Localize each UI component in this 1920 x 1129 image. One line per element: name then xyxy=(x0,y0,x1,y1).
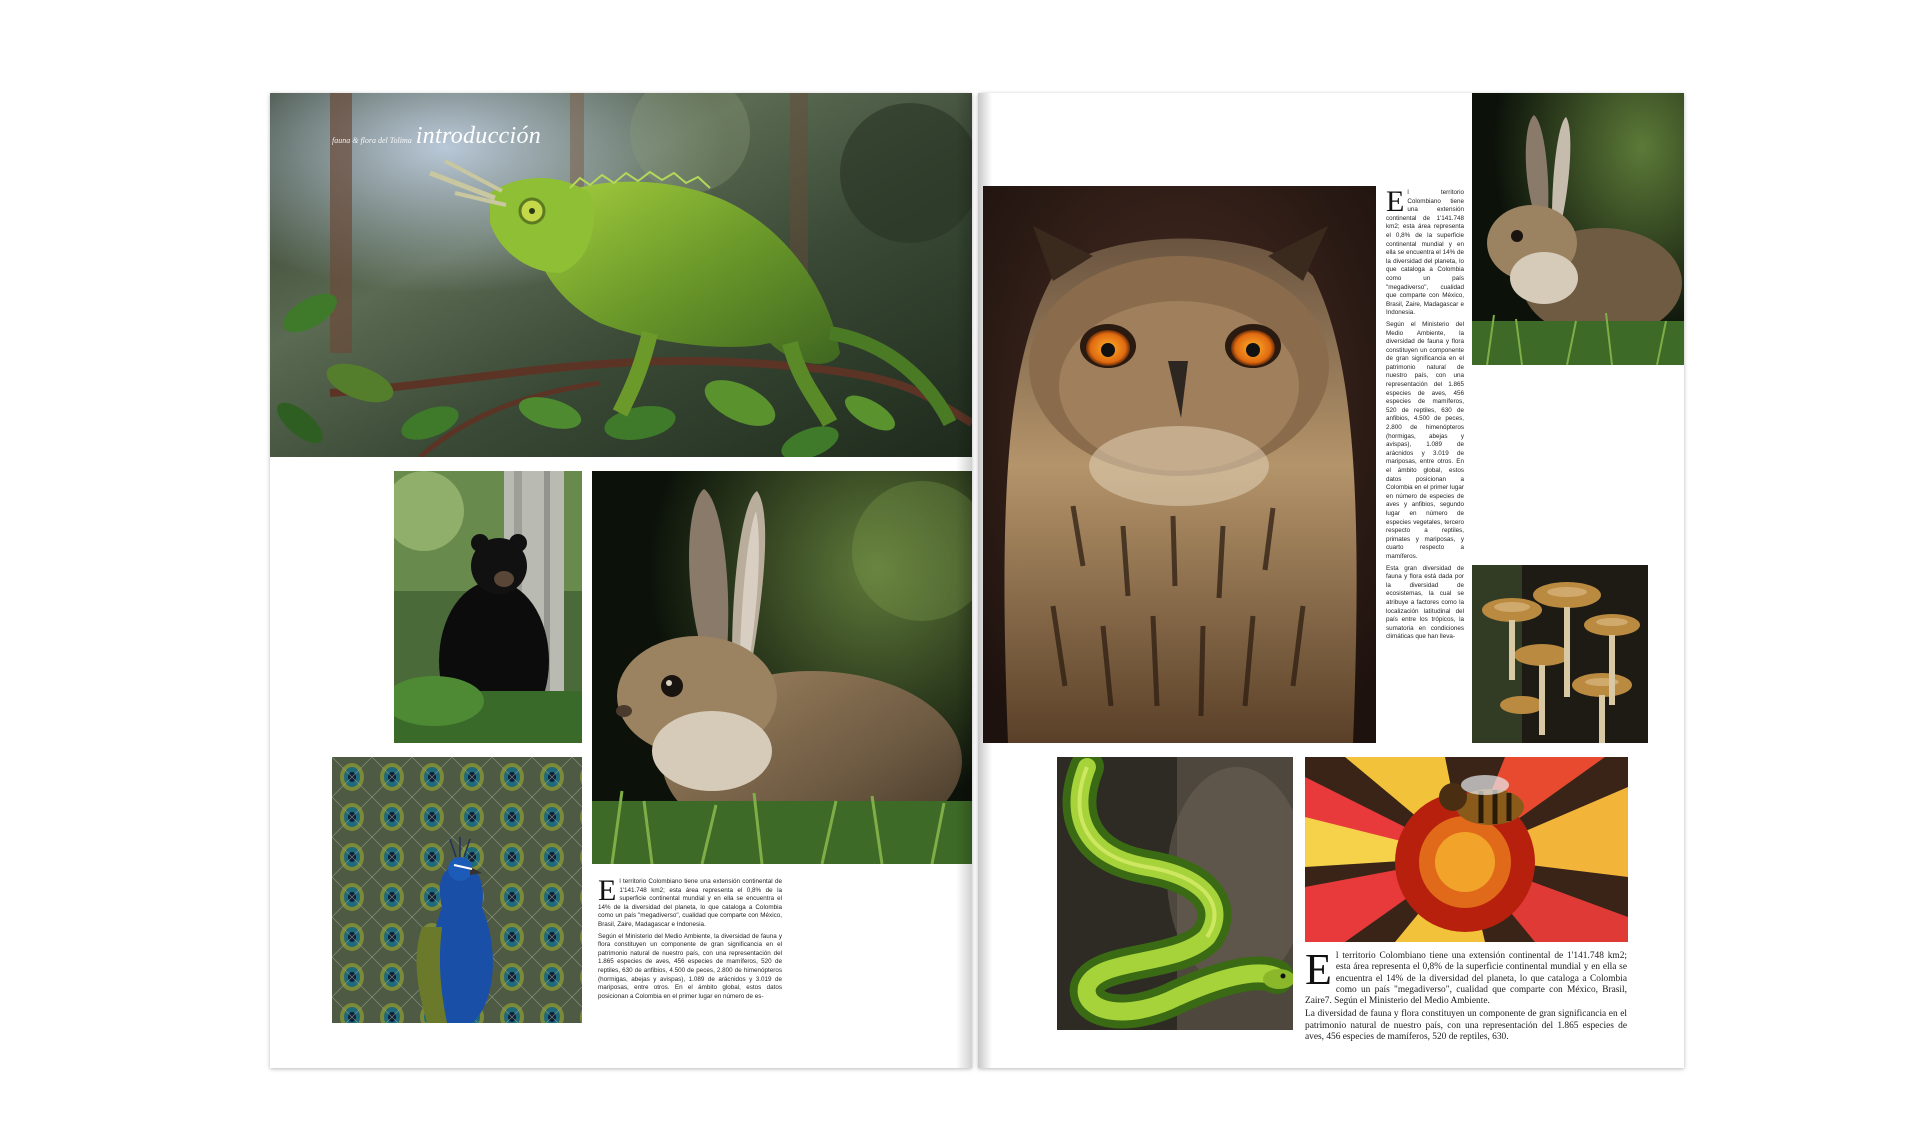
rabbit-photo-large xyxy=(592,471,972,864)
rabbit-photo-small xyxy=(1472,93,1684,365)
left-page: fauna & flora del Tolima introducción E … xyxy=(270,93,972,1068)
right-page: El territorio Colombiano tiene una exten… xyxy=(978,93,1684,1068)
dropcap: E xyxy=(1386,185,1405,218)
snake-photo xyxy=(1057,757,1293,1030)
owl-photo xyxy=(983,186,1376,743)
gutter-shadow xyxy=(956,93,972,1068)
paragraph: La diversidad de fauna y flora constituy… xyxy=(1305,1009,1627,1043)
paragraph: Esta gran diversidad de fauna y flora es… xyxy=(1386,564,1464,641)
page-title: introducción xyxy=(415,123,542,149)
peacock-photo xyxy=(332,757,582,1023)
bottom-body-text: El territorio Colombiano tiene una exten… xyxy=(1305,945,1627,1045)
magazine-spread: fauna & flora del Tolima introducción E … xyxy=(270,93,1684,1068)
bear-photo xyxy=(394,471,582,743)
dropcap: E xyxy=(598,874,617,907)
right-column-text: El territorio Colombiano tiene una exten… xyxy=(1386,185,1464,645)
left-body-text: El territorio Colombiano tiene una exten… xyxy=(598,874,782,1004)
dropcap: E xyxy=(1305,945,1332,994)
paragraph: Según el Ministerio del Medio Ambiente, … xyxy=(598,932,782,1000)
paragraph: l territorio Colombiano tiene una extens… xyxy=(1305,951,1627,1007)
paragraph: l territorio Colombiano tiene una extens… xyxy=(598,878,782,928)
flower-bee-photo xyxy=(1305,757,1628,942)
mushrooms-photo xyxy=(1472,565,1648,743)
section-label: fauna & flora del Tolima xyxy=(332,136,412,145)
page-header: fauna & flora del Tolima introducción xyxy=(332,123,541,150)
paragraph: Según el Ministerio del Medio Ambiente, … xyxy=(1386,320,1464,560)
